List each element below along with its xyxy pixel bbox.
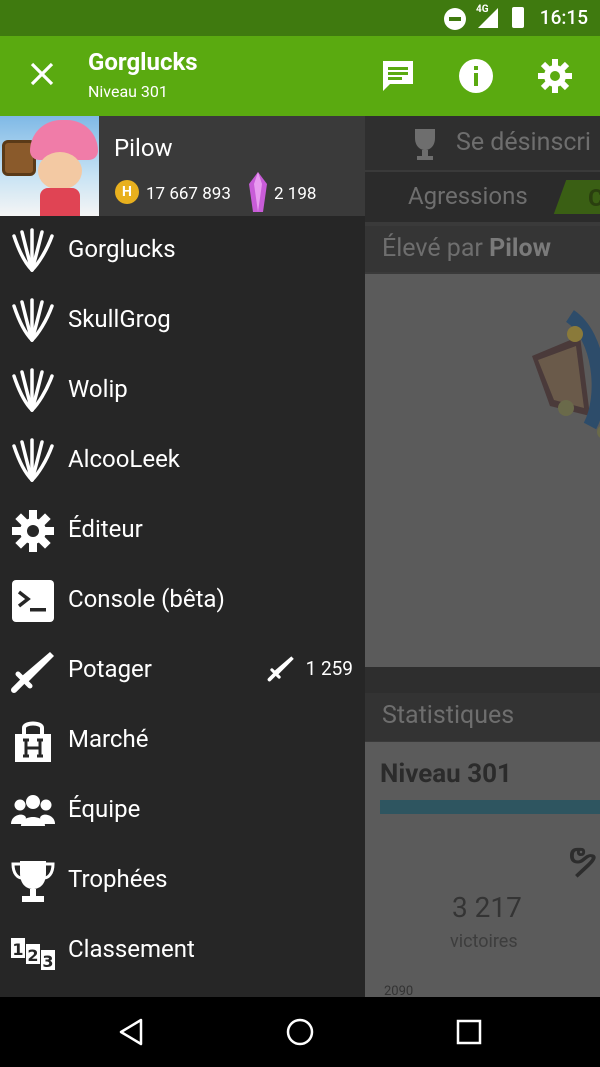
drawer-item-trophies[interactable]: Trophées [0, 846, 365, 916]
do-not-disturb-icon [444, 8, 466, 30]
status-bar: 4G 16:15 [0, 0, 600, 36]
leek-image [532, 310, 600, 438]
svg-text:2: 2 [27, 946, 38, 965]
sword-icon [267, 656, 294, 682]
leek-icon [12, 368, 54, 412]
avatar[interactable] [0, 116, 99, 216]
habs-icon: H [115, 180, 139, 204]
signal-icon [478, 8, 498, 28]
drawer-item-skullgrog[interactable]: SkullGrog [0, 286, 365, 356]
victories-count: 3 217 [452, 891, 522, 924]
drawer-item-label: Console (bêta) [68, 585, 225, 613]
gear-icon [12, 510, 54, 552]
app-subtitle: Niveau 301 [88, 82, 168, 101]
navigation-drawer: Pilow H 17 667 893 2 198 Gorglucks Skull… [0, 116, 365, 997]
tab-aggressions[interactable]: Agressions [408, 182, 528, 210]
app-title: Gorglucks [88, 48, 198, 76]
drawer-menu: Gorglucks SkullGrog Wolip AlcooLeek Édit… [0, 216, 365, 986]
drawer-item-editor[interactable]: Éditeur [0, 496, 365, 566]
recents-icon[interactable] [454, 1017, 484, 1047]
back-icon[interactable] [116, 1017, 146, 1047]
market-icon [15, 721, 51, 762]
app-bar: Gorglucks Niveau 301 [0, 36, 600, 116]
drawer-item-label: Trophées [68, 865, 168, 893]
drawer-item-alcooleek[interactable]: AlcooLeek [0, 426, 365, 496]
drawer-header: Pilow H 17 667 893 2 198 [0, 116, 365, 216]
habs-amount: 17 667 893 [146, 184, 231, 204]
level-label: Niveau 301 [380, 759, 512, 789]
battery-icon [512, 7, 524, 28]
drawer-item-label: Wolip [68, 375, 128, 403]
drawer-item-wolip[interactable]: Wolip [0, 356, 365, 426]
leek-icon [12, 228, 54, 272]
clock: 16:15 [539, 6, 588, 29]
terminal-icon [12, 580, 54, 622]
home-icon[interactable] [285, 1017, 315, 1047]
raised-by-text: Élevé par Pilow [382, 234, 551, 263]
leek-icon [12, 298, 54, 342]
crystals-amount: 2 198 [274, 184, 317, 204]
level-progress-bar [380, 800, 600, 814]
drawer-item-label: Marché [68, 725, 149, 753]
drawer-item-ranking[interactable]: 1 2 3 Classement [0, 916, 365, 986]
drawer-item-label: SkullGrog [68, 305, 171, 333]
info-icon[interactable] [456, 56, 496, 96]
trophy-icon [11, 861, 55, 902]
svg-text:1: 1 [12, 940, 23, 959]
system-navigation-bar [0, 997, 600, 1067]
chat-icon[interactable] [378, 56, 418, 96]
ranking-icon: 1 2 3 [11, 938, 55, 971]
raised-by-name[interactable]: Pilow [489, 234, 551, 263]
unsubscribe-label[interactable]: Se désinscri [456, 128, 591, 157]
drawer-item-label: Équipe [68, 795, 141, 823]
drawer-item-label: Classement [68, 935, 195, 963]
player-name[interactable]: Pilow [114, 134, 173, 162]
settings-icon[interactable] [535, 56, 575, 96]
drawer-item-label: AlcooLeek [68, 445, 180, 473]
drawer-item-market[interactable]: Marché [0, 706, 365, 776]
fights-count: 1 259 [305, 657, 353, 680]
drawer-item-label: Éditeur [68, 515, 143, 543]
drawer-item-team[interactable]: Équipe [0, 776, 365, 846]
drawer-item-gorglucks[interactable]: Gorglucks [0, 216, 365, 286]
team-icon [11, 795, 55, 826]
svg-text:3: 3 [42, 952, 53, 971]
drawer-item-label: Potager [68, 655, 152, 683]
sword-icon [11, 652, 54, 693]
drawer-item-console[interactable]: Console (bêta) [0, 566, 365, 636]
swirl-icon: ຯ [566, 834, 598, 881]
crystal-icon [249, 172, 267, 212]
close-icon[interactable] [26, 58, 58, 90]
drawer-item-garden[interactable]: Potager 1 259 [0, 636, 365, 706]
drawer-item-label: Gorglucks [68, 235, 176, 263]
trophy-icon [415, 129, 435, 160]
leek-icon [12, 438, 54, 482]
victories-label: victoires [450, 931, 518, 952]
stats-title: Statistiques [382, 701, 515, 730]
tab-other[interactable]: C [588, 184, 600, 212]
